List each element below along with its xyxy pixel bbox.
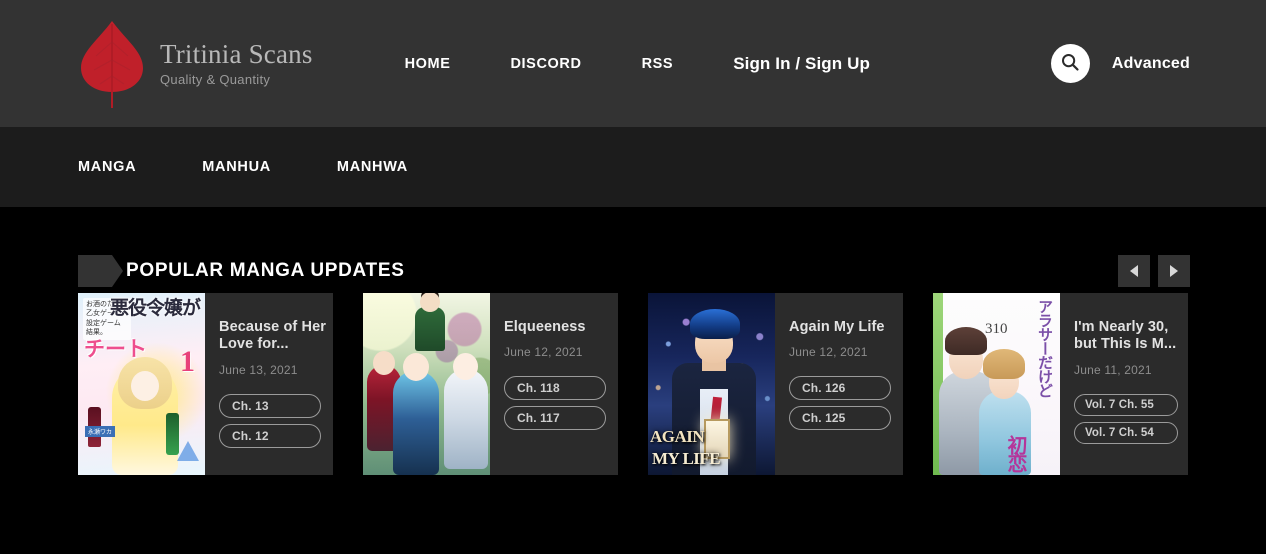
cover-number: 310 [985, 321, 1008, 337]
chapter-list: Vol. 7 Ch. 55 Vol. 7 Ch. 54 [1074, 393, 1188, 444]
manga-card-info: Elqueeness June 12, 2021 Ch. 118 Ch. 117 [490, 293, 618, 475]
manga-title[interactable]: Again My Life [789, 319, 901, 336]
brand-title: Tritinia Scans [160, 39, 313, 70]
chapter-link[interactable]: Ch. 118 [504, 376, 606, 401]
nav-link-sign-in-sign-up[interactable]: Sign In / Sign Up [703, 54, 900, 74]
cover-logo-line2: MY LIFE [652, 449, 721, 468]
subnav-item-manga[interactable]: MANGA [78, 159, 136, 175]
nav-link-home[interactable]: HOME [375, 56, 481, 72]
manga-update-date: June 12, 2021 [789, 345, 868, 360]
chevron-left-icon [1130, 264, 1138, 277]
brand-logo[interactable]: Tritinia Scans Quality & Quantity [78, 18, 313, 110]
subnav-item-manhua[interactable]: MANHUA [202, 159, 271, 175]
chapter-link[interactable]: Ch. 126 [789, 376, 891, 401]
chapter-link[interactable]: Ch. 117 [504, 406, 606, 431]
brand-tagline: Quality & Quantity [160, 71, 271, 87]
manga-cover-image[interactable]: AGAIN MY LIFE [648, 293, 775, 475]
site-header: Tritinia Scans Quality & Quantity HOME D… [0, 0, 1266, 127]
search-icon [1060, 52, 1080, 75]
carousel-next-button[interactable] [1158, 254, 1190, 287]
nav-link-discord[interactable]: DISCORD [480, 56, 611, 72]
manga-update-date: June 12, 2021 [504, 345, 583, 360]
cover-art-figure [444, 353, 488, 469]
cover-art-flask [177, 441, 199, 461]
section-marker-icon [78, 254, 123, 287]
manga-title[interactable]: I'm Nearly 30, but This Is M... [1074, 319, 1186, 354]
main-nav: HOME DISCORD RSS Sign In / Sign Up [375, 54, 900, 74]
manga-card-info: Again My Life June 12, 2021 Ch. 126 Ch. … [775, 293, 903, 475]
cover-art-face [131, 371, 159, 401]
cover-art-hair [945, 327, 987, 355]
cover-title-jp: アラサーだけど [1036, 299, 1054, 397]
nav-link-rss[interactable]: RSS [612, 56, 704, 72]
manga-update-date: June 11, 2021 [1074, 362, 1152, 377]
cover-art-hair [983, 349, 1025, 379]
brand-text: Tritinia Scans Quality & Quantity [160, 39, 313, 87]
cover-art-hair [690, 309, 740, 339]
cover-title-jp: 悪役令嬢が [109, 297, 201, 319]
manga-cover-image[interactable]: お酒のために 乙女ゲー 設定ゲーム 結果。 悪役令嬢が チート 1 永瀬ワカ [78, 293, 205, 475]
manga-title[interactable]: Because of Her Love for... [219, 319, 331, 354]
chapter-link[interactable]: Ch. 12 [219, 423, 321, 448]
cover-subtitle-jp: 初恋 [1004, 435, 1028, 471]
cover-art-figure [393, 353, 439, 475]
subnav-item-manhwa[interactable]: MANHWA [337, 159, 408, 175]
manga-update-date: June 13, 2021 [219, 362, 298, 377]
chapter-link[interactable]: Ch. 13 [219, 393, 321, 418]
cover-art-figure [415, 293, 445, 351]
leaf-icon [78, 18, 146, 110]
chapter-link[interactable]: Vol. 7 Ch. 54 [1074, 421, 1178, 444]
cover-art-credit: 永瀬ワカ [85, 426, 116, 437]
cover-volume-number: 1 [180, 345, 195, 378]
manga-card-info: Because of Her Love for... June 13, 2021… [205, 293, 333, 475]
manga-card-info: I'm Nearly 30, but This Is M... June 11,… [1060, 293, 1188, 475]
manga-card[interactable]: 310 アラサーだけど 初恋 I'm Nearly 30, but This I… [933, 293, 1188, 475]
cover-logo-line1: AGAIN [650, 426, 705, 446]
carousel-prev-button[interactable] [1118, 254, 1150, 287]
chevron-right-icon [1170, 264, 1178, 277]
manga-cover-image[interactable] [363, 293, 490, 475]
manga-card[interactable]: お酒のために 乙女ゲー 設定ゲーム 結果。 悪役令嬢が チート 1 永瀬ワカ Beca… [78, 293, 333, 475]
main-content: POPULAR MANGA UPDATES お酒のために 乙女ゲー 設定ゲーム 結果。… [0, 207, 1266, 554]
header-actions: Advanced [1050, 44, 1190, 83]
advanced-search-link[interactable]: Advanced [1112, 55, 1190, 73]
chapter-link[interactable]: Ch. 125 [789, 406, 891, 431]
chapter-list: Ch. 126 Ch. 125 [789, 376, 903, 431]
category-nav: MANGA MANHUA MANHWA [0, 127, 1266, 207]
manga-title[interactable]: Elqueeness [504, 319, 616, 336]
search-button[interactable] [1050, 44, 1090, 83]
manga-card-list: お酒のために 乙女ゲー 設定ゲーム 結果。 悪役令嬢が チート 1 永瀬ワカ Beca… [0, 293, 1266, 475]
chapter-link[interactable]: Vol. 7 Ch. 55 [1074, 393, 1178, 416]
chapter-list: Ch. 13 Ch. 12 [219, 393, 333, 448]
section-header: POPULAR MANGA UPDATES [0, 207, 1266, 293]
chapter-list: Ch. 118 Ch. 117 [504, 376, 618, 431]
carousel-controls [1118, 254, 1190, 287]
manga-card[interactable]: AGAIN MY LIFE Again My Life June 12, 202… [648, 293, 903, 475]
page-title: POPULAR MANGA UPDATES [126, 259, 405, 281]
manga-cover-image[interactable]: 310 アラサーだけど 初恋 [933, 293, 1060, 475]
manga-card[interactable]: Elqueeness June 12, 2021 Ch. 118 Ch. 117 [363, 293, 618, 475]
